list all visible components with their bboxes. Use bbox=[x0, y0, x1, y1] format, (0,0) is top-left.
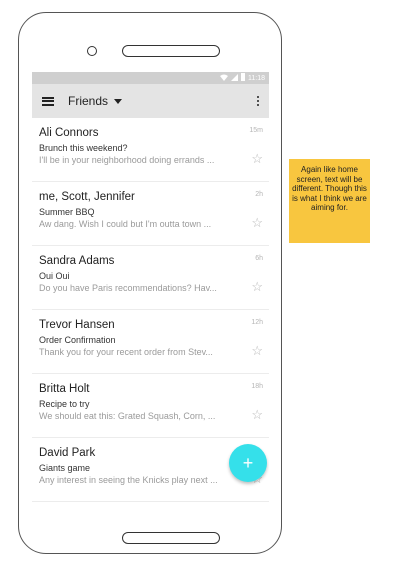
message-time: 2h bbox=[255, 191, 263, 198]
message-time: 15m bbox=[249, 127, 263, 134]
more-vert-icon[interactable] bbox=[256, 95, 259, 107]
message-preview: Any interest in seeing the Knicks play n… bbox=[39, 475, 218, 485]
signal-icon bbox=[231, 73, 238, 83]
message-time: 6h bbox=[255, 255, 263, 262]
list-item[interactable]: Britta Holt Recipe to try We should eat … bbox=[32, 374, 269, 438]
speaker-grille bbox=[122, 45, 220, 57]
message-time: 18h bbox=[251, 383, 263, 390]
star-outline-icon[interactable]: ☆ bbox=[251, 280, 263, 293]
message-subject: Summer BBQ bbox=[39, 207, 95, 217]
list-item[interactable]: Ali Connors Brunch this weekend? I'll be… bbox=[32, 118, 269, 182]
phone-screen: 11:18 Friends Ali Connors Brunch this we… bbox=[32, 72, 269, 509]
message-preview: We should eat this: Grated Squash, Corn,… bbox=[39, 411, 216, 421]
message-subject: Order Confirmation bbox=[39, 335, 116, 345]
status-time: 11:18 bbox=[248, 74, 265, 82]
wifi-icon bbox=[220, 74, 228, 83]
list-item[interactable]: Trevor Hansen Order Confirmation Thank y… bbox=[32, 310, 269, 374]
star-outline-icon[interactable]: ☆ bbox=[251, 344, 263, 357]
battery-icon bbox=[241, 73, 245, 83]
message-preview: Aw dang. Wish I could but I'm outta town… bbox=[39, 219, 212, 229]
sender-name: Ali Connors bbox=[39, 127, 99, 139]
home-button[interactable] bbox=[122, 532, 220, 544]
menu-icon[interactable] bbox=[42, 96, 54, 106]
sender-name: Trevor Hansen bbox=[39, 319, 115, 331]
message-subject: Oui Oui bbox=[39, 271, 70, 281]
star-outline-icon[interactable]: ☆ bbox=[251, 408, 263, 421]
message-time: 12h bbox=[251, 319, 263, 326]
sender-name: Sandra Adams bbox=[39, 255, 115, 267]
plus-icon: + bbox=[242, 452, 254, 473]
camera-icon bbox=[87, 46, 97, 56]
status-bar: 11:18 bbox=[32, 72, 269, 84]
message-preview: Thank you for your recent order from Ste… bbox=[39, 347, 213, 357]
sender-name: Britta Holt bbox=[39, 383, 90, 395]
star-outline-icon[interactable]: ☆ bbox=[251, 152, 263, 165]
message-preview: I'll be in your neighborhood doing erran… bbox=[39, 155, 215, 165]
caret-down-icon bbox=[114, 98, 123, 104]
message-subject: Brunch this weekend? bbox=[39, 143, 128, 153]
message-subject: Recipe to try bbox=[39, 399, 90, 409]
list-item[interactable]: Sandra Adams Oui Oui Do you have Paris r… bbox=[32, 246, 269, 310]
app-bar-title: Friends bbox=[68, 94, 109, 108]
sender-name: me, Scott, Jennifer bbox=[39, 191, 135, 203]
message-preview: Do you have Paris recommendations? Hav..… bbox=[39, 283, 217, 293]
compose-fab-button[interactable]: + bbox=[229, 444, 267, 482]
sticky-note-text: Again like home screen, text will be dif… bbox=[292, 165, 367, 212]
list-item[interactable]: me, Scott, Jennifer Summer BBQ Aw dang. … bbox=[32, 182, 269, 246]
sticky-note: Again like home screen, text will be dif… bbox=[289, 159, 370, 243]
message-list: Ali Connors Brunch this weekend? I'll be… bbox=[32, 118, 269, 502]
account-switcher[interactable]: Friends bbox=[68, 94, 123, 108]
star-outline-icon[interactable]: ☆ bbox=[251, 216, 263, 229]
app-bar: Friends bbox=[32, 84, 269, 118]
